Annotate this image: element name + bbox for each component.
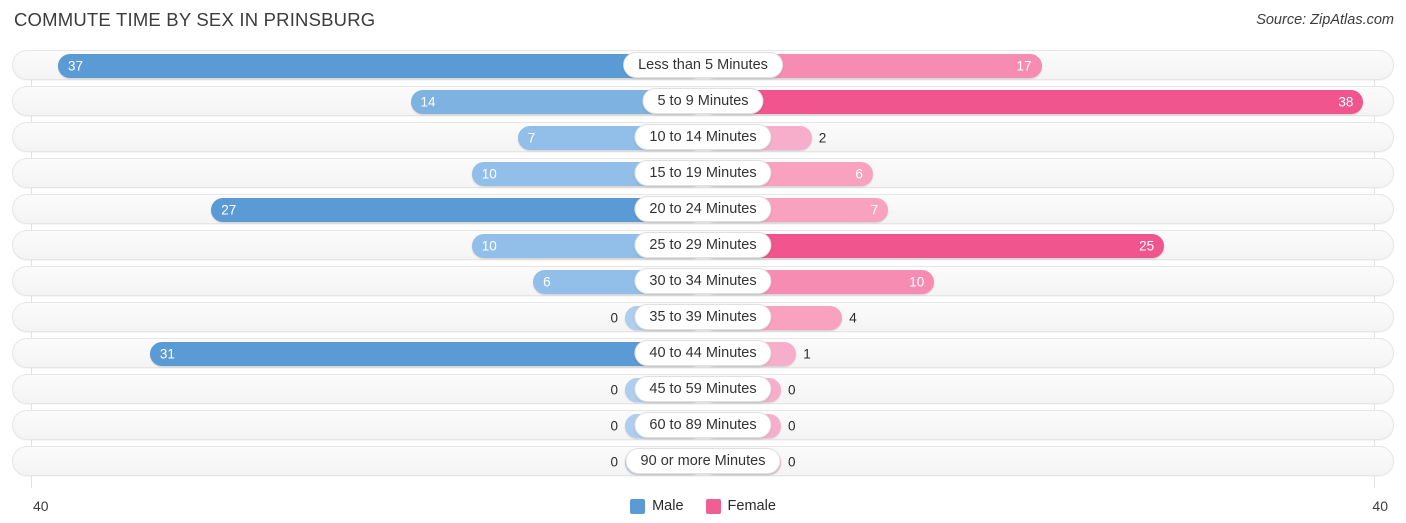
category-label: 35 to 39 Minutes — [634, 304, 772, 330]
female-bar[interactable]: 25 — [703, 234, 1165, 258]
category-label: 20 to 24 Minutes — [634, 196, 772, 222]
table-row[interactable]: 0 0 90 or more Minutes — [12, 446, 1394, 476]
female-bar-wrap: 38 — [703, 90, 1364, 114]
male-value: 6 — [543, 274, 551, 290]
category-label: 60 to 89 Minutes — [634, 412, 772, 438]
legend-label: Male — [652, 498, 684, 514]
female-bar[interactable]: 38 — [703, 90, 1364, 114]
category-label: 25 to 29 Minutes — [634, 232, 772, 258]
male-value: 0 — [610, 454, 618, 470]
table-row[interactable]: 0 0 45 to 59 Minutes — [12, 374, 1394, 404]
table-row[interactable]: 27 7 20 to 24 Minutes — [12, 194, 1394, 224]
male-value: 37 — [68, 58, 84, 74]
female-value: 6 — [855, 166, 863, 182]
chart-legend: Male Female — [0, 498, 1406, 514]
table-row[interactable]: 31 1 40 to 44 Minutes — [12, 338, 1394, 368]
table-row[interactable]: 10 25 25 to 29 Minutes — [12, 230, 1394, 260]
page-title: COMMUTE TIME BY SEX IN PRINSBURG — [14, 9, 376, 30]
table-row[interactable]: 0 4 35 to 39 Minutes — [12, 302, 1394, 332]
female-value: 10 — [909, 274, 925, 290]
female-value: 7 — [870, 202, 879, 218]
table-row[interactable]: 7 2 10 to 14 Minutes — [12, 122, 1394, 152]
chart-root: COMMUTE TIME BY SEX IN PRINSBURG Source:… — [0, 0, 1406, 523]
category-label: 30 to 34 Minutes — [634, 268, 772, 294]
category-label: 5 to 9 Minutes — [642, 88, 764, 114]
male-bar-wrap: 37 — [58, 54, 703, 78]
male-bar-wrap: 31 — [149, 342, 703, 366]
legend-swatch-icon — [630, 498, 646, 514]
male-value: 31 — [159, 346, 175, 362]
female-value: 0 — [788, 418, 796, 434]
male-value: 27 — [221, 202, 237, 218]
male-value: 10 — [481, 238, 497, 254]
table-row[interactable]: 37 17 Less than 5 Minutes — [12, 50, 1394, 80]
legend-swatch-icon — [705, 498, 721, 514]
category-label: 90 or more Minutes — [625, 448, 781, 474]
source-attribution: Source: ZipAtlas.com — [1256, 12, 1394, 28]
male-bar[interactable]: 27 — [211, 198, 703, 222]
male-value: 0 — [610, 310, 618, 326]
table-row[interactable]: 6 10 30 to 34 Minutes — [12, 266, 1394, 296]
female-value: 2 — [818, 130, 827, 146]
table-row[interactable]: 10 6 15 to 19 Minutes — [12, 158, 1394, 188]
female-value: 0 — [788, 382, 796, 398]
female-bar-wrap: 25 — [703, 234, 1165, 258]
table-row[interactable]: 14 38 5 to 9 Minutes — [12, 86, 1394, 116]
category-label: 40 to 44 Minutes — [634, 340, 772, 366]
male-bar[interactable]: 37 — [58, 54, 703, 78]
male-value: 0 — [610, 382, 618, 398]
female-value: 0 — [788, 454, 796, 470]
female-value: 1 — [803, 346, 811, 362]
male-value: 7 — [527, 130, 536, 146]
category-label: 15 to 19 Minutes — [634, 160, 772, 186]
legend-item-male[interactable]: Male — [630, 498, 684, 514]
plot-area: 37 17 Less than 5 Minutes 14 38 5 to 9 Minute… — [12, 50, 1394, 488]
female-value: 17 — [1016, 58, 1032, 74]
category-label: Less than 5 Minutes — [623, 52, 783, 78]
male-bar[interactable]: 31 — [149, 342, 703, 366]
female-value: 25 — [1139, 238, 1155, 254]
female-value: 38 — [1338, 94, 1354, 110]
category-label: 10 to 14 Minutes — [634, 124, 772, 150]
table-row[interactable]: 0 0 60 to 89 Minutes — [12, 410, 1394, 440]
category-label: 45 to 59 Minutes — [634, 376, 772, 402]
legend-item-female[interactable]: Female — [705, 498, 776, 514]
female-value: 4 — [849, 310, 857, 326]
male-value: 10 — [481, 166, 497, 182]
male-value: 0 — [610, 418, 618, 434]
bar-rows: 37 17 Less than 5 Minutes 14 38 5 to 9 Minute… — [12, 50, 1394, 482]
male-bar-wrap: 27 — [211, 198, 703, 222]
male-value: 14 — [420, 94, 436, 110]
legend-label: Female — [727, 498, 776, 514]
